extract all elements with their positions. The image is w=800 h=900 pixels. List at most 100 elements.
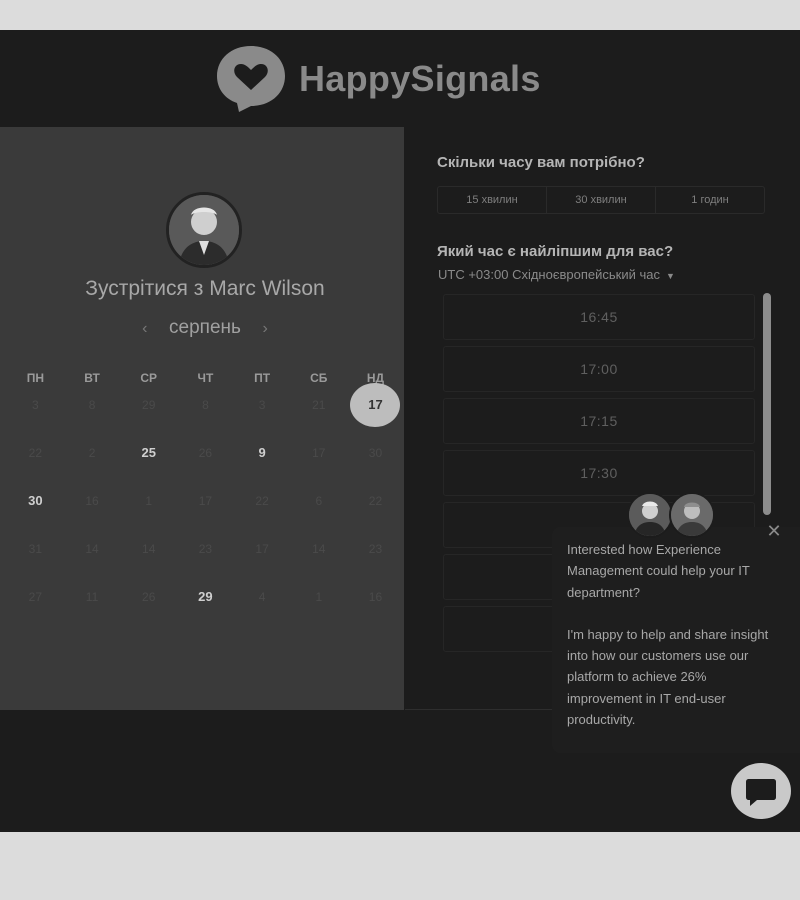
day-number: 22 <box>255 494 269 508</box>
calendar-panel: Зустрітися з Marc Wilson ‹ серпень › ПН В… <box>0 127 404 710</box>
day-number: 23 <box>198 542 213 556</box>
month-navigation: ‹ серпень › <box>0 317 410 339</box>
meeting-title: Зустрітися з Marc Wilson <box>85 277 325 300</box>
day-number: 1 <box>315 590 323 604</box>
heart-speech-bubble-icon <box>217 46 285 112</box>
day-number: 25 <box>141 445 156 460</box>
calendar-day-available[interactable]: 25 <box>120 439 177 467</box>
duration-option[interactable]: 15 хвилин <box>438 187 547 213</box>
calendar-day: 17 <box>290 439 347 467</box>
next-month-icon[interactable]: › <box>254 320 276 338</box>
weekday-label: ПТ <box>254 371 271 385</box>
day-number: 4 <box>258 590 266 604</box>
calendar-day: 21 <box>290 391 347 419</box>
day-number: 22 <box>28 446 43 460</box>
time-slot[interactable]: 17:30 <box>443 450 755 496</box>
duration-option[interactable]: 30 хвилин <box>547 187 656 213</box>
calendar-day: 22 <box>347 487 404 515</box>
chat-message-line: I'm happy to help and share insight into… <box>567 626 769 728</box>
time-question: Який час є найліпшим для вас? <box>437 243 674 260</box>
calendar-day: 1 <box>290 583 347 611</box>
calendar-day: 16 <box>347 583 404 611</box>
calendar-day: 3 <box>7 391 64 419</box>
calendar-day: 22 <box>234 487 291 515</box>
day-number: 6 <box>315 494 323 508</box>
calendar-day: 1 <box>120 487 177 515</box>
day-number: 26 <box>198 446 213 460</box>
calendar-day-selected[interactable]: 17 <box>347 383 404 427</box>
day-number: 11 <box>85 590 99 604</box>
day-number: 31 <box>28 542 43 556</box>
calendar-day-available[interactable]: 29 <box>177 583 234 611</box>
day-number: 9 <box>258 445 266 460</box>
person-icon <box>629 494 671 536</box>
day-number: 17 <box>198 494 213 508</box>
calendar-day: 11 <box>64 583 121 611</box>
calendar-week: 30 16 1 17 22 6 22 <box>7 487 407 535</box>
prev-month-icon[interactable]: ‹ <box>134 320 156 338</box>
day-number: 29 <box>198 589 213 604</box>
calendar-day: 29 <box>120 391 177 419</box>
weekday-label: ПН <box>26 371 44 385</box>
calendar-day: 4 <box>234 583 291 611</box>
calendar-day: 30 <box>347 439 404 467</box>
calendar-week: 22 2 25 26 9 17 30 <box>7 439 407 487</box>
agent-avatar <box>627 492 673 538</box>
day-number: 1 <box>145 494 153 508</box>
duration-question: Скільки часу вам потрібно? <box>437 154 645 171</box>
day-number: 2 <box>88 446 96 460</box>
time-slot[interactable]: 17:00 <box>443 346 755 392</box>
day-number: 29 <box>142 398 156 412</box>
day-number: 8 <box>202 398 209 412</box>
calendar-day: 26 <box>177 439 234 467</box>
chevron-down-icon: ▼ <box>665 271 675 281</box>
close-icon[interactable]: ✕ <box>765 522 783 540</box>
chat-message-line: Interested how Experience Management cou… <box>567 542 750 600</box>
calendar-day: 22 <box>7 439 64 467</box>
calendar-grid: 3 8 29 8 3 21 17 22 2 25 26 9 17 30 30 16 1 17 22 6 22 31 14 14… <box>7 383 407 631</box>
slot-scrollbar[interactable] <box>763 293 771 515</box>
weekday-label: ЧТ <box>197 371 214 385</box>
duration-option[interactable]: 1 годин <box>656 187 764 213</box>
calendar-day: 17 <box>234 535 291 563</box>
day-number: 14 <box>85 542 99 556</box>
calendar-day-available[interactable]: 9 <box>234 439 291 467</box>
calendar-day: 23 <box>347 535 404 563</box>
day-number: 16 <box>85 494 99 508</box>
chat-launcher-button[interactable] <box>731 763 791 819</box>
day-number: 23 <box>368 542 383 556</box>
day-number: 21 <box>312 398 326 412</box>
weekday-label: СБ <box>310 371 328 385</box>
day-number: 17 <box>368 397 383 412</box>
calendar-day: 17 <box>177 487 234 515</box>
calendar-day: 31 <box>7 535 64 563</box>
calendar-day: 14 <box>64 535 121 563</box>
day-number: 26 <box>142 590 156 604</box>
time-slot[interactable]: 16:45 <box>443 294 755 340</box>
timezone-dropdown[interactable]: UTC +03:00 Східноєвропейський час ▼ <box>438 267 675 282</box>
day-number: 30 <box>368 446 383 460</box>
calendar-week: 27 11 26 29 4 1 16 <box>7 583 407 631</box>
calendar-day: 27 <box>7 583 64 611</box>
day-number: 3 <box>32 398 39 412</box>
calendar-day: 16 <box>64 487 121 515</box>
calendar-day: 26 <box>120 583 177 611</box>
day-number: 14 <box>142 542 156 556</box>
day-number: 30 <box>28 493 43 508</box>
day-number: 8 <box>88 398 96 412</box>
calendar-day: 2 <box>64 439 121 467</box>
chat-bubble-icon <box>746 779 776 806</box>
chat-message: Interested how Experience Management cou… <box>567 539 782 751</box>
chat-agent-avatars <box>627 492 717 538</box>
agent-avatar <box>669 492 715 538</box>
time-slot[interactable]: 17:15 <box>443 398 755 444</box>
duration-selector: 15 хвилин 30 хвилин 1 годин <box>437 186 765 214</box>
day-number: 17 <box>255 542 269 556</box>
day-number: 3 <box>258 398 266 412</box>
host-avatar <box>166 192 242 268</box>
calendar-day-available[interactable]: 30 <box>7 487 64 515</box>
person-icon <box>671 494 713 536</box>
calendar-day: 14 <box>290 535 347 563</box>
person-icon <box>169 195 239 265</box>
weekday-header: ПН ВТ СР ЧТ ПТ СБ НД <box>7 371 407 385</box>
